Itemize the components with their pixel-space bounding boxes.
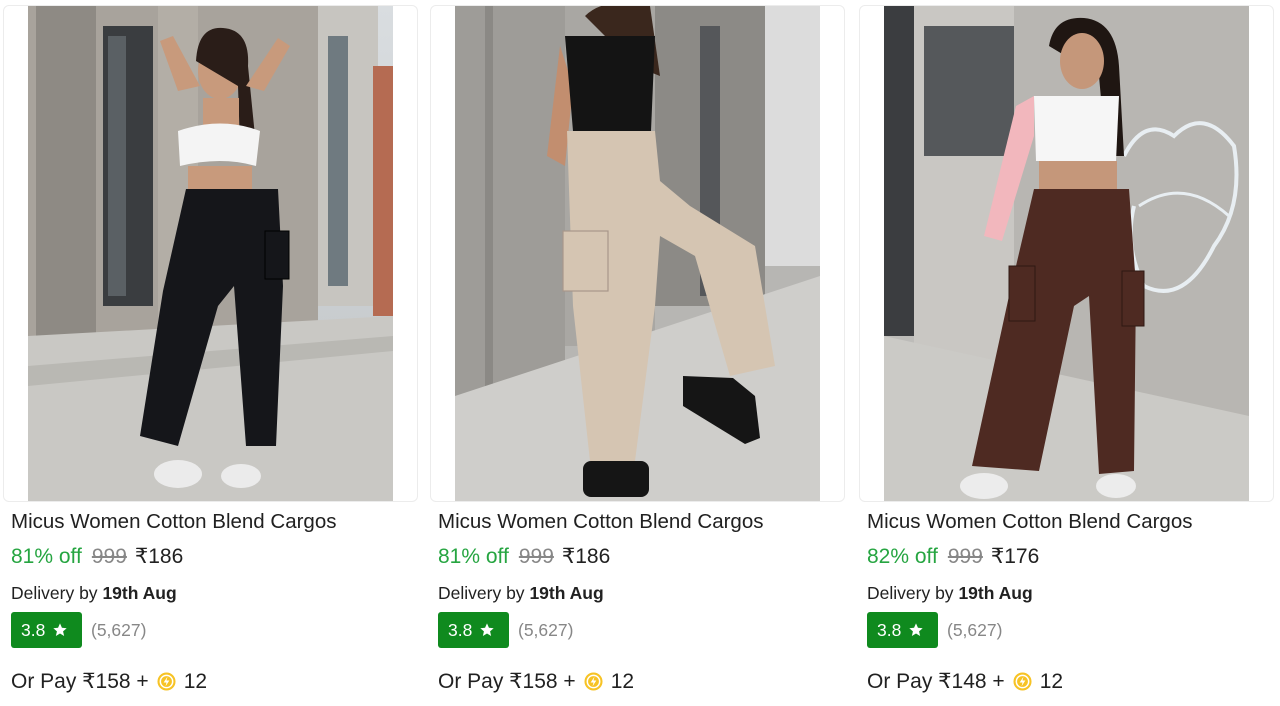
discount-label: 82% off <box>867 545 938 568</box>
star-icon <box>480 623 494 636</box>
rating-value: 3.8 <box>448 619 473 640</box>
rating-value: 3.8 <box>21 619 46 640</box>
price-row: 81% off 999 ₹186 <box>11 544 183 569</box>
discount-label: 81% off <box>11 545 82 568</box>
selling-price: ₹186 <box>134 545 184 568</box>
product-image-frame[interactable] <box>859 5 1274 502</box>
product-card[interactable]: Micus Women Cotton Blend Cargos 81% off … <box>430 5 845 705</box>
delivery-prefix: Delivery by <box>438 583 525 603</box>
supercoin-pay-row: Or Pay ₹158 + 12 <box>11 669 207 694</box>
delivery-date: 19th Aug <box>529 583 604 603</box>
delivery-date: 19th Aug <box>958 583 1033 603</box>
pay-prefix: Or Pay ₹158 + <box>11 670 149 693</box>
delivery-info: Delivery by 19th Aug <box>438 583 604 604</box>
coin-count: 12 <box>610 669 635 693</box>
product-title[interactable]: Micus Women Cotton Blend Cargos <box>11 510 337 534</box>
product-photo-black-cargos-icon <box>28 6 393 501</box>
rating-badge[interactable]: 3.8 <box>867 612 938 648</box>
pay-prefix: Or Pay ₹158 + <box>438 670 576 693</box>
supercoin-icon <box>1013 672 1032 691</box>
product-photo-brown-cargos-icon <box>884 6 1249 501</box>
rating-badge[interactable]: 3.8 <box>438 612 509 648</box>
delivery-prefix: Delivery by <box>867 583 954 603</box>
review-count: (5,627) <box>947 619 1003 640</box>
rating-row: 3.8 (5,627) <box>867 612 1002 648</box>
supercoin-icon <box>157 672 176 691</box>
original-price: 999 <box>518 545 554 568</box>
original-price: 999 <box>91 545 127 568</box>
price-row: 81% off 999 ₹186 <box>438 544 610 569</box>
product-grid: Micus Women Cotton Blend Cargos 81% off … <box>0 0 1280 706</box>
product-title[interactable]: Micus Women Cotton Blend Cargos <box>867 510 1193 534</box>
product-title[interactable]: Micus Women Cotton Blend Cargos <box>438 510 764 534</box>
product-photo[interactable] <box>455 6 820 501</box>
product-photo[interactable] <box>884 6 1249 501</box>
supercoin-icon <box>584 672 603 691</box>
product-image-frame[interactable] <box>430 5 845 502</box>
delivery-info: Delivery by 19th Aug <box>867 583 1033 604</box>
product-photo[interactable] <box>28 6 393 501</box>
delivery-date: 19th Aug <box>102 583 177 603</box>
delivery-info: Delivery by 19th Aug <box>11 583 177 604</box>
star-icon <box>53 623 67 636</box>
product-card[interactable]: Micus Women Cotton Blend Cargos 82% off … <box>859 5 1274 705</box>
original-price: 999 <box>947 545 983 568</box>
price-row: 82% off 999 ₹176 <box>867 544 1039 569</box>
rating-badge[interactable]: 3.8 <box>11 612 82 648</box>
supercoin-pay-row: Or Pay ₹148 + 12 <box>867 669 1063 694</box>
delivery-prefix: Delivery by <box>11 583 98 603</box>
supercoin-pay-row: Or Pay ₹158 + 12 <box>438 669 634 694</box>
rating-row: 3.8 (5,627) <box>11 612 146 648</box>
rating-row: 3.8 (5,627) <box>438 612 573 648</box>
product-card[interactable]: Micus Women Cotton Blend Cargos 81% off … <box>3 5 418 705</box>
review-count: (5,627) <box>91 619 147 640</box>
star-icon <box>909 623 923 636</box>
selling-price: ₹186 <box>561 545 611 568</box>
product-image-frame[interactable] <box>3 5 418 502</box>
coin-count: 12 <box>183 669 208 693</box>
rating-value: 3.8 <box>877 619 902 640</box>
product-photo-beige-cargos-icon <box>455 6 820 501</box>
pay-prefix: Or Pay ₹148 + <box>867 670 1005 693</box>
selling-price: ₹176 <box>990 545 1040 568</box>
review-count: (5,627) <box>518 619 574 640</box>
coin-count: 12 <box>1039 669 1064 693</box>
discount-label: 81% off <box>438 545 509 568</box>
